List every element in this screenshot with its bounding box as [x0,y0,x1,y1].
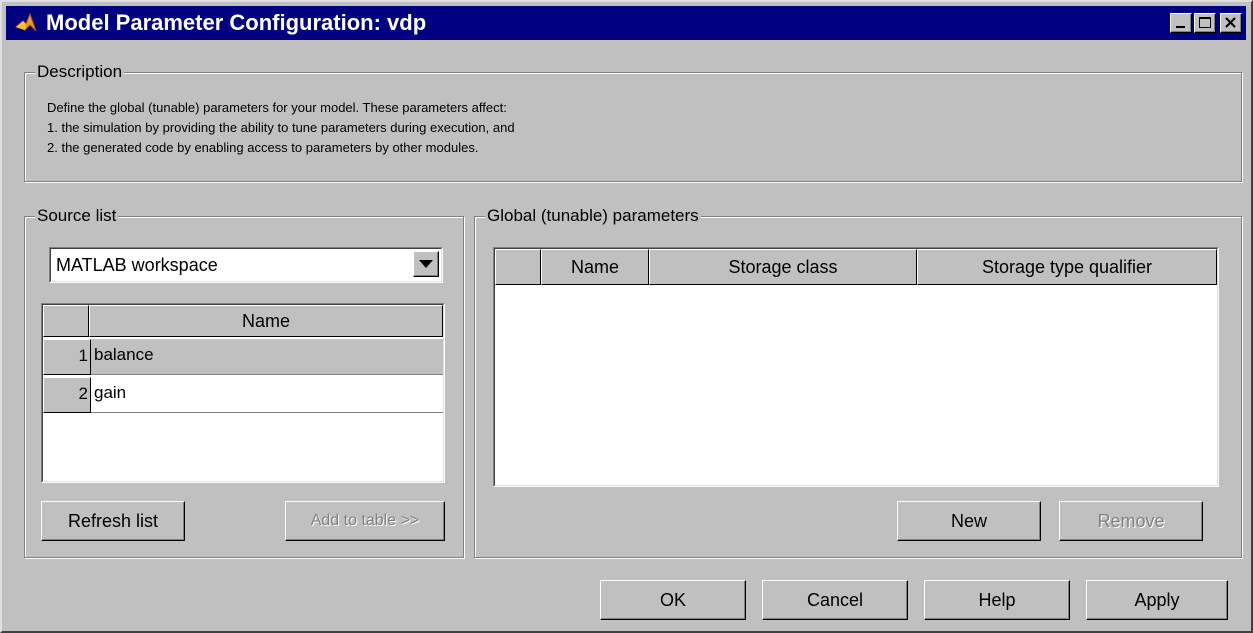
global-table-storage-class-header[interactable]: Storage class [649,249,917,285]
global-params-legend: Global (tunable) parameters [485,206,701,226]
help-label: Help [978,589,1016,610]
add-to-table-label: Add to table >> [310,512,420,529]
maximize-icon [1199,17,1211,28]
apply-button[interactable]: Apply [1086,580,1228,620]
source-row-1-index: 1 [43,339,91,375]
source-table-name-header[interactable]: Name [89,305,443,337]
cancel-button[interactable]: Cancel [762,580,908,620]
global-table-storage-type-qualifier-header[interactable]: Storage type qualifier [917,249,1217,285]
global-table-name-header[interactable]: Name [541,249,649,285]
description-line-2: 1. the simulation by providing the abili… [47,120,515,135]
description-legend: Description [35,62,125,82]
source-select-dropdown-button[interactable] [413,251,439,277]
new-label: New [950,510,987,531]
global-table-corner [495,249,541,285]
source-list-group: Source list MATLAB workspace Name 1 bala… [24,206,464,558]
title-bar[interactable]: Model Parameter Configuration: vdp [6,6,1246,40]
minimize-button[interactable] [1170,13,1192,33]
cancel-label: Cancel [806,589,864,610]
description-group: Description Define the global (tunable) … [24,62,1242,182]
source-row-2-index: 2 [43,377,91,413]
ok-button[interactable]: OK [600,580,746,620]
source-list-legend: Source list [35,206,119,226]
source-select-value: MATLAB workspace [56,255,218,275]
maximize-button[interactable] [1194,13,1216,33]
close-button[interactable] [1220,13,1242,33]
source-row-1-name[interactable]: balance [91,339,443,375]
source-select[interactable]: MATLAB workspace [49,247,443,283]
chevron-down-icon [419,260,433,268]
apply-label: Apply [1134,589,1180,610]
source-table: Name 1 balance 2 gain [41,303,445,483]
ok-label: OK [659,589,686,610]
minimize-icon [1176,26,1185,28]
refresh-list-button[interactable]: Refresh list [41,501,185,541]
help-button[interactable]: Help [924,580,1070,620]
source-table-corner [43,305,89,337]
remove-button[interactable]: Remove [1059,501,1203,541]
refresh-list-label: Refresh list [67,510,159,531]
window-title: Model Parameter Configuration: vdp [46,10,427,35]
new-button[interactable]: New [897,501,1041,541]
matlab-logo-icon [15,12,37,32]
source-row-2-name[interactable]: gain [91,377,443,413]
add-to-table-button[interactable]: Add to table >> [285,501,445,541]
global-params-table: Name Storage class Storage type qualifie… [493,247,1219,487]
dialog-window: Model Parameter Configuration: vdp Descr… [0,0,1253,633]
close-icon [1225,17,1236,28]
remove-label: Remove [1097,510,1165,531]
global-params-group: Global (tunable) parameters Name Storage… [474,206,1242,558]
description-line-3: 2. the generated code by enabling access… [47,140,479,155]
description-line-1: Define the global (tunable) parameters f… [47,100,507,115]
